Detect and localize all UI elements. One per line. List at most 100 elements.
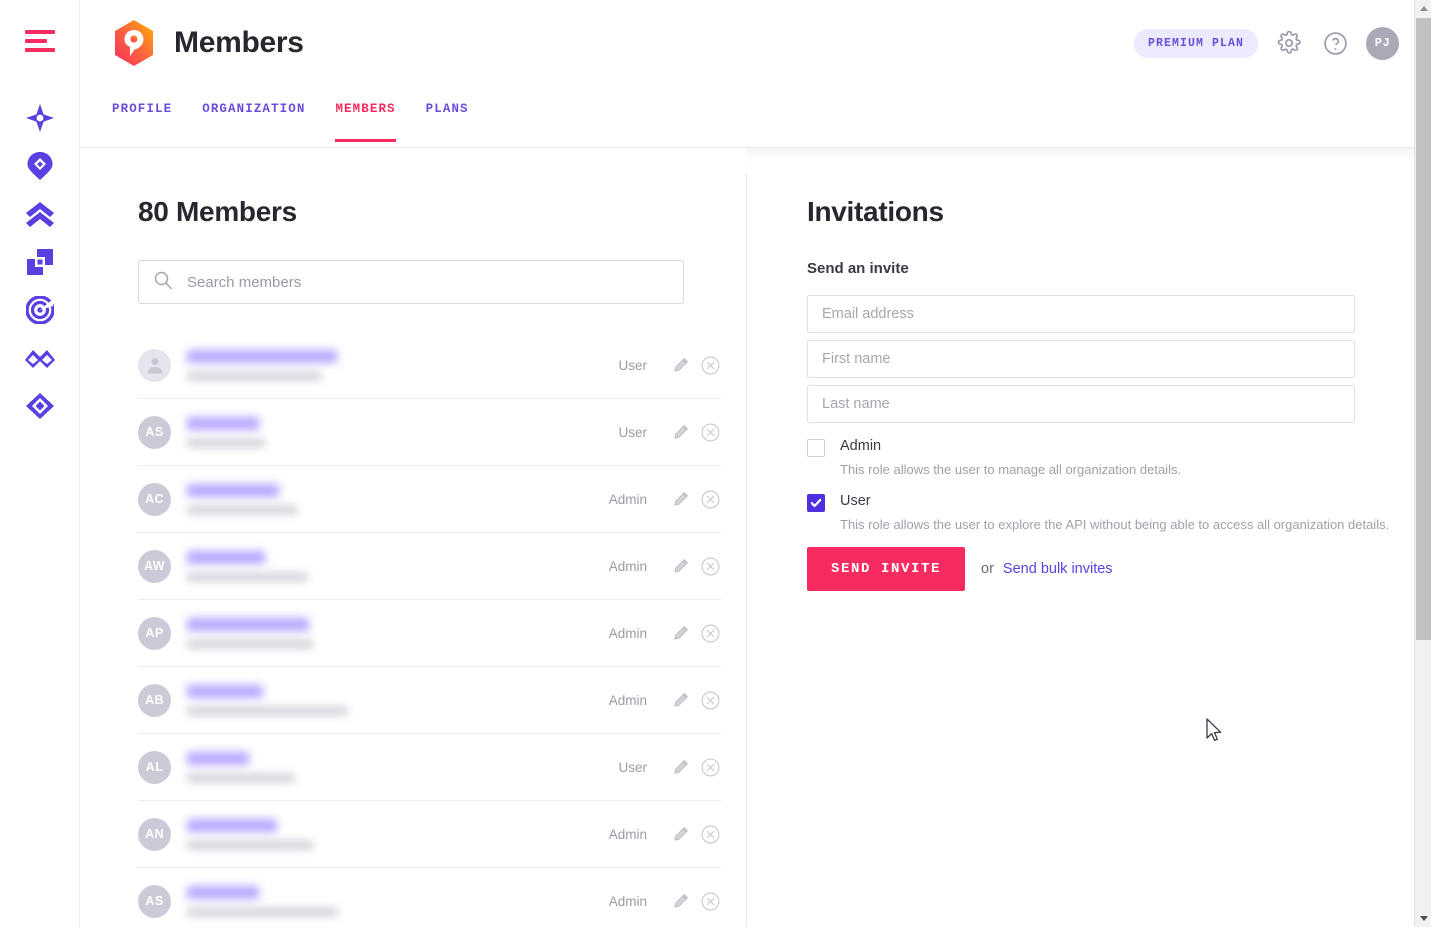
four-point-star-icon[interactable] — [16, 94, 64, 142]
role-option-user[interactable]: User — [807, 492, 1431, 512]
member-role: Admin — [608, 625, 647, 641]
table-row[interactable]: AS User — [138, 399, 721, 466]
member-role: Admin — [608, 491, 647, 507]
remove-circle-x-icon[interactable] — [699, 555, 721, 577]
member-name[interactable] — [187, 349, 337, 363]
chevrons-wave-icon[interactable] — [16, 334, 64, 382]
scroll-up-arrow-icon[interactable] — [1415, 0, 1431, 17]
remove-circle-x-icon[interactable] — [699, 756, 721, 778]
premium-plan-badge[interactable]: PREMIUM PLAN — [1133, 28, 1258, 58]
double-chevron-up-icon[interactable] — [16, 190, 64, 238]
pencil-icon[interactable] — [669, 488, 691, 510]
member-name[interactable] — [187, 684, 263, 698]
scroll-down-arrow-icon[interactable] — [1415, 910, 1431, 927]
remove-circle-x-icon[interactable] — [699, 689, 721, 711]
role-option-admin[interactable]: Admin — [807, 437, 1431, 457]
avatar: AL — [138, 750, 171, 784]
first-name-field[interactable] — [807, 340, 1355, 378]
diamond-arrows-icon[interactable] — [16, 382, 64, 430]
pencil-icon[interactable] — [669, 756, 691, 778]
member-name[interactable] — [187, 550, 265, 564]
member-info — [187, 349, 618, 381]
question-circle-icon[interactable] — [1320, 28, 1350, 58]
table-row[interactable]: User — [138, 332, 721, 399]
member-name[interactable] — [187, 885, 259, 899]
location-pin-icon[interactable] — [16, 142, 64, 190]
person-placeholder-icon — [138, 348, 171, 382]
member-info — [187, 416, 618, 448]
gear-icon[interactable] — [1274, 28, 1304, 58]
remove-circle-x-icon[interactable] — [699, 354, 721, 376]
hamburger-menu-icon[interactable] — [24, 30, 55, 52]
member-name[interactable] — [187, 818, 277, 832]
member-email — [187, 370, 321, 381]
avatar[interactable]: PJ — [1366, 26, 1399, 60]
tab-organization[interactable]: ORGANIZATION — [202, 102, 305, 142]
pencil-icon[interactable] — [669, 890, 691, 912]
member-role: User — [618, 424, 647, 440]
remove-circle-x-icon[interactable] — [699, 622, 721, 644]
page-title: Members — [174, 26, 304, 59]
member-info — [187, 684, 609, 716]
hamburger-line — [24, 30, 55, 34]
member-info — [187, 483, 609, 515]
table-row[interactable]: AP Admin — [138, 600, 721, 667]
search-members-box[interactable] — [138, 260, 684, 304]
admin-checkbox[interactable] — [807, 439, 825, 457]
search-icon — [153, 270, 185, 295]
admin-role-label: Admin — [840, 438, 882, 454]
send-bulk-invites-link[interactable]: Send bulk invites — [1003, 561, 1113, 577]
remove-circle-x-icon[interactable] — [699, 890, 721, 912]
user-checkbox[interactable] — [807, 494, 825, 512]
vertical-scrollbar[interactable] — [1414, 0, 1431, 927]
admin-role-description: This role allows the user to manage all … — [840, 462, 1182, 477]
radar-target-icon[interactable] — [16, 286, 64, 334]
member-info — [187, 550, 609, 582]
remove-circle-x-icon[interactable] — [699, 823, 721, 845]
pencil-icon[interactable] — [669, 421, 691, 443]
member-email — [187, 638, 313, 649]
table-row[interactable]: AC Admin — [138, 466, 721, 533]
avatar: AB — [138, 683, 171, 717]
pencil-icon[interactable] — [669, 823, 691, 845]
member-role: Admin — [608, 692, 647, 708]
last-name-field[interactable] — [807, 385, 1355, 423]
search-input[interactable] — [185, 272, 669, 292]
layers-squares-icon[interactable] — [16, 238, 64, 286]
remove-circle-x-icon[interactable] — [699, 488, 721, 510]
pencil-icon[interactable] — [669, 555, 691, 577]
table-row[interactable]: AL User — [138, 734, 721, 801]
tab-plans[interactable]: PLANS — [426, 102, 469, 142]
hamburger-line — [24, 39, 47, 43]
members-count-title: 80 Members — [138, 196, 297, 227]
member-name[interactable] — [187, 416, 259, 430]
member-role: Admin — [608, 893, 647, 909]
pencil-icon[interactable] — [669, 622, 691, 644]
avatar: AW — [138, 549, 171, 583]
tab-members[interactable]: MEMBERS — [335, 102, 396, 142]
user-role-description: This role allows the user to explore the… — [840, 517, 1390, 532]
tab-profile[interactable]: PROFILE — [112, 102, 172, 142]
invitations-panel: Invitations Send an invite Admin This — [747, 148, 1431, 927]
pencil-icon[interactable] — [669, 354, 691, 376]
table-row[interactable]: AB Admin — [138, 667, 721, 734]
send-invite-button[interactable]: SEND INVITE — [807, 547, 966, 591]
hexagon-pin-logo[interactable] — [112, 19, 156, 67]
email-field[interactable] — [807, 295, 1355, 333]
members-panel: 80 Members User AS User AC Admin AW Admin AP Adm… — [80, 148, 746, 927]
member-role: Admin — [608, 558, 647, 574]
scrollbar-thumb[interactable] — [1416, 18, 1431, 640]
send-an-invite-label: Send an invite — [807, 260, 909, 277]
member-name[interactable] — [187, 617, 309, 631]
member-info — [187, 818, 609, 850]
table-row[interactable]: AS Admin — [138, 868, 721, 927]
hamburger-line — [24, 48, 55, 52]
member-name[interactable] — [187, 751, 249, 765]
app-window: Members PREMIUM PLAN PJ PROFILE ORGANIZA… — [0, 0, 1431, 927]
member-name[interactable] — [187, 483, 279, 497]
pencil-icon[interactable] — [669, 689, 691, 711]
remove-circle-x-icon[interactable] — [699, 421, 721, 443]
table-row[interactable]: AW Admin — [138, 533, 721, 600]
table-row[interactable]: AN Admin — [138, 801, 721, 868]
left-nav-rail — [0, 0, 80, 927]
